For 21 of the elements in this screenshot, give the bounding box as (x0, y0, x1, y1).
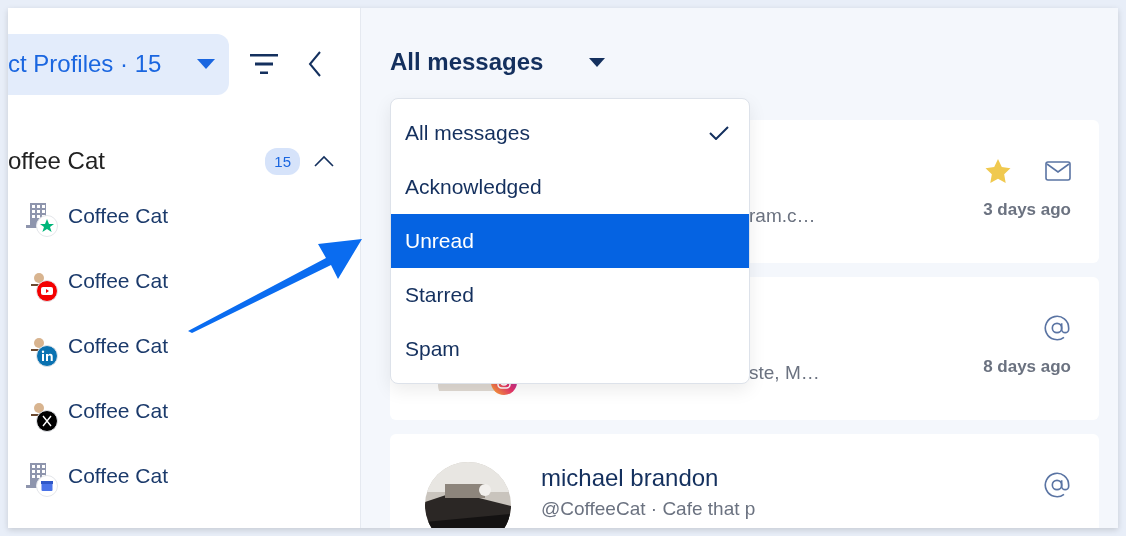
message-time: 8 days ago (983, 357, 1071, 377)
profile-item[interactable]: Coffee Cat (68, 398, 168, 423)
message-filter[interactable]: All messages (390, 48, 1099, 76)
message-preview: ram.c… (749, 204, 817, 227)
profile-item[interactable]: Coffee Cat (68, 203, 168, 228)
sender-name: michael brandon (541, 464, 720, 492)
menu-option[interactable]: All messages (391, 106, 749, 160)
profile-selector[interactable]: ct Profiles · 15 (8, 33, 229, 95)
message-card[interactable]: michael brandon @CoffeeCat · Cafe that p (390, 434, 1099, 528)
message-preview: @CoffeeCat · Cafe that p (541, 498, 757, 520)
profile-item[interactable]: Coffee Cat (68, 268, 168, 293)
profile-item[interactable]: Coffee Cat (68, 463, 168, 488)
menu-option[interactable]: Starred (391, 268, 749, 322)
menu-option[interactable]: Acknowledged (391, 160, 749, 214)
menu-option[interactable]: Spam (391, 322, 749, 376)
message-time: 3 days ago (983, 200, 1071, 220)
message-preview: ste, M… (749, 361, 821, 384)
group-name: offee Cat (8, 147, 106, 175)
menu-option[interactable]: Unread (391, 214, 749, 268)
profile-item[interactable]: Coffee Cat (68, 333, 168, 358)
count-badge: 15 (265, 147, 300, 175)
